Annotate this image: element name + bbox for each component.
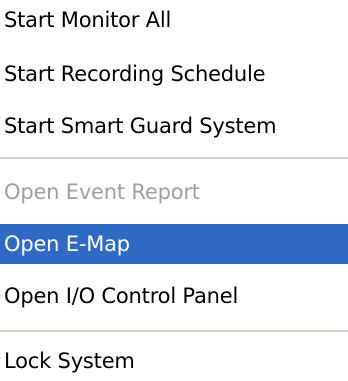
menu-separator — [0, 330, 348, 332]
menu-item-open-e-map[interactable]: Open E-Map — [0, 224, 348, 264]
menu-separator — [0, 157, 348, 159]
menu-item-start-monitor-all[interactable]: Start Monitor All — [0, 0, 348, 40]
menu-item-start-smart-guard-system[interactable]: Start Smart Guard System — [0, 106, 348, 146]
menu-item-start-recording-schedule[interactable]: Start Recording Schedule — [0, 54, 348, 94]
menu-item-open-io-control-panel[interactable]: Open I/O Control Panel — [0, 276, 348, 316]
menu-item-open-event-report: Open Event Report — [4, 180, 200, 204]
menu-item-lock-system[interactable]: Lock System — [0, 341, 348, 381]
context-menu: Start Monitor All Start Recording Schedu… — [0, 0, 348, 379]
